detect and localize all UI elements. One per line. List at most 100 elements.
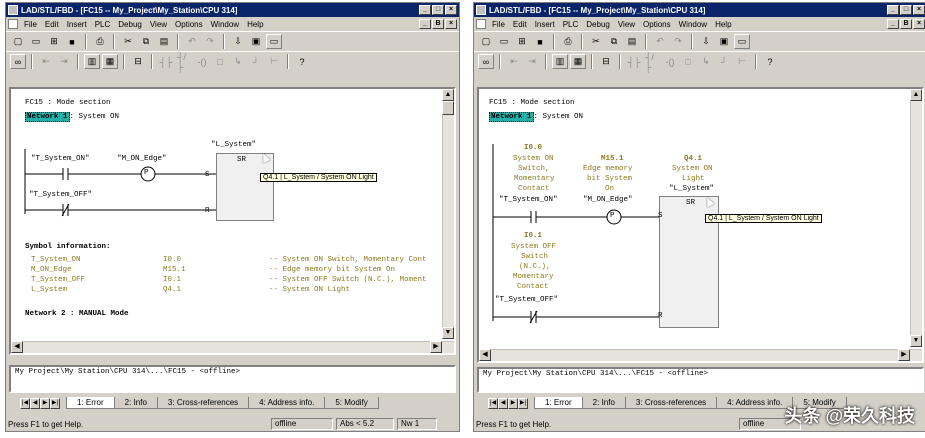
coil-icon[interactable]: -() (194, 54, 210, 69)
redo-icon[interactable]: ↷ (202, 34, 218, 49)
scroll-down-button[interactable]: ▼ (910, 335, 922, 347)
prev-tab-button[interactable]: ◀ (30, 398, 40, 409)
horizontal-scrollbar[interactable]: ◀ ▶ (479, 349, 922, 361)
vertical-scrollbar[interactable]: ▲ ▼ (910, 89, 922, 347)
empty-box-icon[interactable]: □ (212, 54, 228, 69)
tab-info[interactable]: 2: Info (581, 397, 626, 409)
branch-icon[interactable]: ⊢ (266, 54, 282, 69)
maximize-button[interactable]: □ (432, 5, 444, 15)
tab-error[interactable]: 1: Error (66, 397, 115, 409)
copy-icon[interactable]: ⧉ (138, 34, 154, 49)
scroll-right-button[interactable]: ▶ (898, 349, 910, 361)
prev-tab-button[interactable]: ◀ (498, 398, 508, 409)
close-button[interactable]: × (445, 5, 457, 15)
scroll-right-button[interactable]: ▶ (430, 341, 442, 353)
menu-window[interactable]: Window (675, 20, 711, 29)
menu-debug[interactable]: Debug (582, 20, 614, 29)
open-icon[interactable]: ▭ (496, 34, 512, 49)
new-network-icon[interactable]: ⊟ (130, 54, 146, 69)
tab-cross-references[interactable]: 3: Cross-references (156, 397, 250, 409)
download-icon[interactable]: ⇩ (698, 34, 714, 49)
redo-icon[interactable]: ↷ (670, 34, 686, 49)
scroll-left-button[interactable]: ◀ (479, 349, 491, 361)
new-icon[interactable]: ▢ (478, 34, 494, 49)
menu-edit[interactable]: Edit (41, 20, 63, 29)
branch-open-icon[interactable]: ↳ (230, 54, 246, 69)
scroll-thumb[interactable] (442, 101, 454, 115)
monitor-icon[interactable]: ▣ (248, 34, 264, 49)
last-tab-button[interactable]: ▶| (518, 398, 528, 409)
contact-label-system-on[interactable]: "T_System_ON" (499, 196, 558, 204)
sr-box-name[interactable]: "L_System" (669, 185, 714, 193)
tab-address-info[interactable]: 4: Address info. (716, 397, 794, 409)
contact-label-system-off[interactable]: "T_System_OFF" (29, 191, 92, 199)
sr-box-name[interactable]: "L_System" (211, 141, 256, 149)
paste-icon[interactable]: ▤ (624, 34, 640, 49)
menu-view[interactable]: View (614, 20, 639, 29)
menu-window[interactable]: Window (207, 20, 243, 29)
save-icon[interactable]: ■ (532, 34, 548, 49)
minimize-button[interactable]: _ (887, 5, 899, 15)
horizontal-scrollbar[interactable]: ◀ ▶ (11, 341, 454, 353)
vertical-scrollbar[interactable]: ▲ ▼ (442, 89, 454, 339)
tab-cross-references[interactable]: 3: Cross-references (624, 397, 718, 409)
sr-flipflop-box[interactable]: SR S R (205, 153, 274, 221)
maximize-button[interactable]: □ (900, 5, 912, 15)
network-icon[interactable]: ⊞ (514, 34, 530, 49)
next-tab-button[interactable]: ▶ (508, 398, 518, 409)
menu-options[interactable]: Options (639, 20, 675, 29)
details-icon[interactable]: ▦ (102, 54, 118, 69)
open-icon[interactable]: ▭ (28, 34, 44, 49)
network-icon[interactable]: ⊞ (46, 34, 62, 49)
menu-plc[interactable]: PLC (91, 20, 115, 29)
coil-label-on-edge[interactable]: "M_ON_Edge" (117, 155, 167, 163)
menu-insert[interactable]: Insert (531, 20, 559, 29)
doc-close-button[interactable]: × (445, 19, 457, 29)
details-icon[interactable]: ▦ (570, 54, 586, 69)
close-button[interactable]: × (913, 5, 925, 15)
doc-minimize-button[interactable]: _ (419, 19, 431, 29)
menu-debug[interactable]: Debug (114, 20, 146, 29)
help-cursor-icon[interactable]: ? (294, 54, 310, 69)
menu-view[interactable]: View (146, 20, 171, 29)
scroll-up-button[interactable]: ▲ (442, 89, 454, 101)
coil-label-on-edge[interactable]: "M_ON_Edge" (583, 196, 633, 204)
branch-close-icon[interactable]: ┘ (716, 54, 732, 69)
glasses-icon[interactable]: ∞ (10, 54, 26, 69)
menu-insert[interactable]: Insert (63, 20, 91, 29)
menu-file[interactable]: File (488, 20, 509, 29)
doc-restore-button[interactable]: B (432, 19, 444, 29)
overview-icon[interactable]: ▭ (734, 34, 750, 49)
tab-info[interactable]: 2: Info (113, 397, 158, 409)
scroll-down-button[interactable]: ▼ (442, 327, 454, 339)
first-tab-button[interactable]: |◀ (20, 398, 30, 409)
program-editor[interactable]: FC15 : Mode section Network 1: System ON… (477, 87, 924, 363)
tab-modify[interactable]: 5: Modify (324, 397, 379, 409)
glasses-icon[interactable]: ∞ (478, 54, 494, 69)
next-network-icon[interactable]: ⇥ (56, 54, 72, 69)
next-network-icon[interactable]: ⇥ (524, 54, 540, 69)
no-contact-icon[interactable]: ┤├ (158, 54, 174, 69)
undo-icon[interactable]: ↶ (652, 34, 668, 49)
doc-close-button[interactable]: × (913, 19, 925, 29)
tab-error[interactable]: 1: Error (534, 397, 583, 409)
overview-panel-icon[interactable]: ▥ (552, 54, 568, 69)
menu-help[interactable]: Help (711, 20, 735, 29)
print-icon[interactable]: ⎙ (92, 34, 108, 49)
menu-file[interactable]: File (20, 20, 41, 29)
copy-icon[interactable]: ⧉ (606, 34, 622, 49)
menu-help[interactable]: Help (243, 20, 267, 29)
overview-icon[interactable]: ▭ (266, 34, 282, 49)
doc-minimize-button[interactable]: _ (887, 19, 899, 29)
branch-icon[interactable]: ⊢ (734, 54, 750, 69)
contact-label-system-off[interactable]: "T_System_OFF" (495, 296, 558, 304)
prev-network-icon[interactable]: ⇤ (506, 54, 522, 69)
coil-icon[interactable]: -() (662, 54, 678, 69)
overview-panel-icon[interactable]: ▥ (84, 54, 100, 69)
branch-open-icon[interactable]: ↳ (698, 54, 714, 69)
tab-address-info[interactable]: 4: Address info. (248, 397, 326, 409)
first-tab-button[interactable]: |◀ (488, 398, 498, 409)
help-cursor-icon[interactable]: ? (762, 54, 778, 69)
network-2-title[interactable]: Network 2 : MANUAL Mode (25, 310, 129, 318)
nc-contact-icon[interactable]: ┤/├ (644, 52, 660, 72)
